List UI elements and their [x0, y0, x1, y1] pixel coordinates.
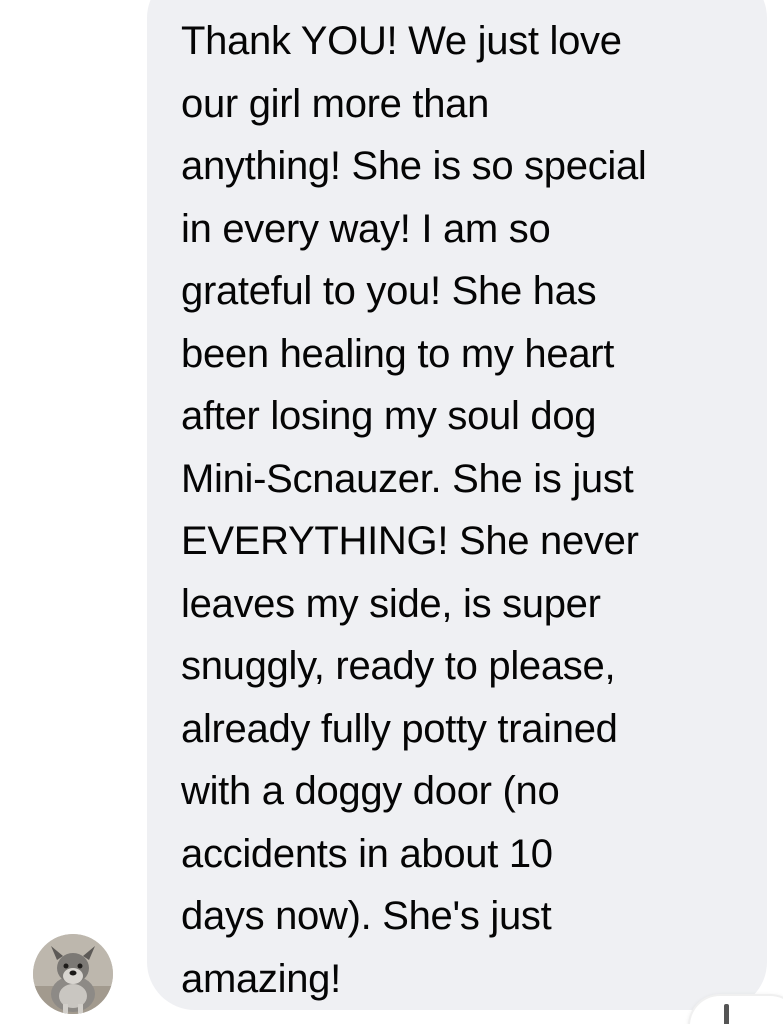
message-text: Thank YOU! We just love our girl more th…: [181, 10, 647, 1010]
message-line: leaves my side, is super: [181, 581, 601, 626]
message-line: anything! She is so special: [181, 144, 647, 188]
message-line: been healing to my heart: [181, 331, 615, 376]
message-line: accidents in about 10: [181, 831, 553, 876]
message-line: snuggly, ready to please,: [181, 644, 616, 688]
reaction-button[interactable]: [690, 996, 783, 1024]
message-line: Thank YOU! We just love: [181, 19, 622, 63]
message-line: after losing my soul dog: [181, 394, 597, 438]
message-line: grateful to you! She has: [181, 269, 597, 313]
sender-avatar[interactable]: [33, 934, 113, 1014]
message-line: days now). She's just: [181, 894, 552, 938]
message-line: already fully potty trained: [181, 706, 618, 751]
dog-photo-avatar-icon: [33, 934, 113, 1014]
message-line: EVERYTHING! She never: [181, 519, 639, 563]
message-line: Mini-Scnauzer. She is just: [181, 456, 634, 501]
message-line: amazing!: [181, 956, 341, 1001]
message-line: our girl more than: [181, 81, 490, 126]
message-line: with a doggy door (no: [181, 769, 560, 813]
message-line: in every way! I am so: [181, 206, 551, 251]
reaction-icon: [724, 1004, 729, 1024]
chat-screen: Thank YOU! We just love our girl more th…: [0, 0, 783, 1024]
